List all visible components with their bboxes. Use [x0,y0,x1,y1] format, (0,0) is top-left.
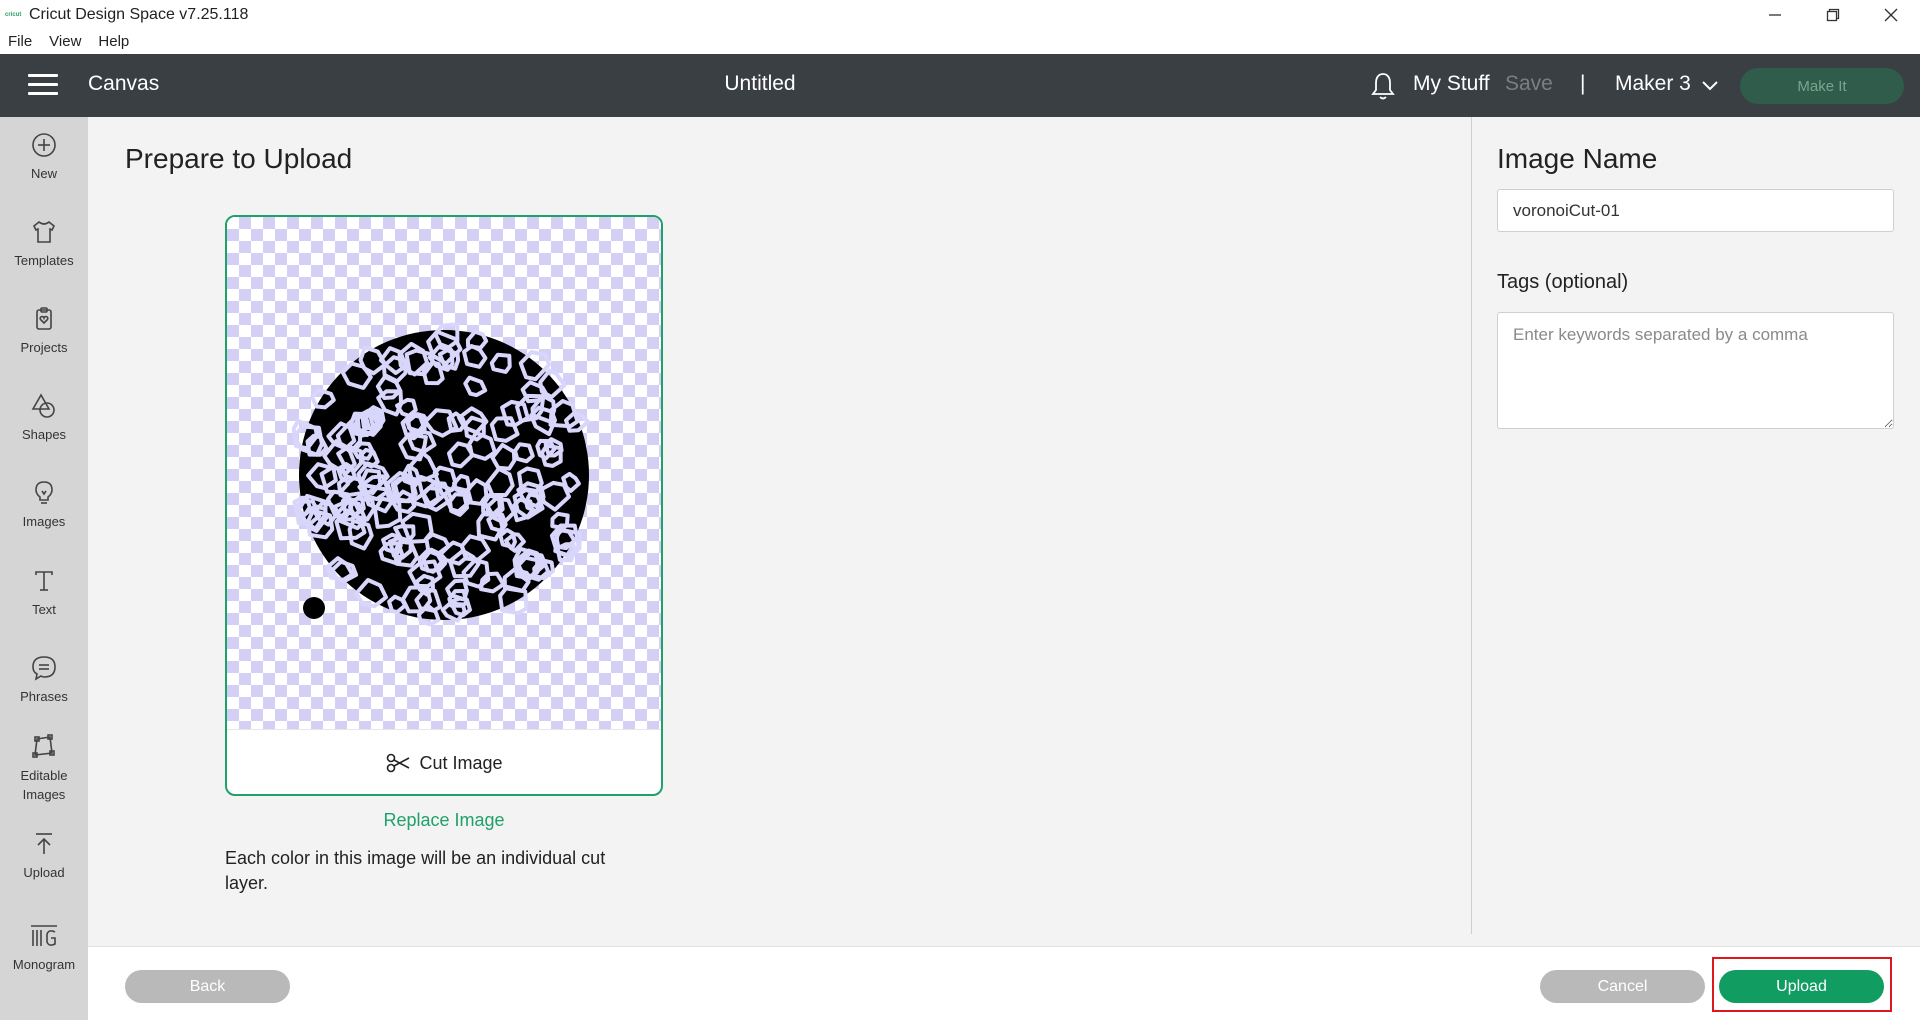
sidebar-item-label: Editable Images [20,768,68,802]
sidebar-item-label: Monogram [12,957,76,972]
menu-bar: File View Help [0,29,1920,54]
my-stuff-link[interactable]: My Stuff [1413,72,1490,96]
cut-layer-info-text: Each color in this image will be an indi… [225,848,606,893]
page-title: Prepare to Upload [125,143,353,174]
menu-help[interactable]: Help [98,33,129,50]
speech-bubble-icon [32,656,56,681]
chevron-down-icon[interactable] [1700,78,1720,92]
sidebar-item-label: Text [32,602,56,617]
back-button[interactable]: Back [125,970,290,1003]
sidebar-item-templates[interactable]: Templates [0,218,88,270]
restore-button[interactable] [1804,0,1862,29]
sidebar-item-new[interactable]: New [0,131,88,183]
sidebar-item-phrases[interactable]: Phrases [0,654,88,706]
window-title: Cricut Design Space v7.25.118 [29,5,249,23]
sidebar-item-monogram[interactable]: Monogram [0,922,88,974]
monogram-icon [31,925,57,946]
close-icon [1884,8,1898,21]
sidebar-item-upload[interactable]: Upload [0,830,88,882]
sidebar-item-label: Upload [23,865,65,880]
uploaded-image-preview [291,322,590,627]
main-content: Prepare to Upload Cut Image Replace Imag… [88,117,1472,947]
sidebar-item-text[interactable]: Text [0,567,88,619]
sidebar-item-label: Phrases [20,689,68,704]
close-window-button[interactable] [1862,0,1920,29]
cut-image-label: Cut Image [419,752,503,773]
app-header: Canvas Untitled My Stuff Save | Maker 3 … [0,54,1920,117]
notifications-bell-icon[interactable] [1370,71,1396,101]
hamburger-menu-icon[interactable] [28,74,58,96]
shirt-icon [32,220,56,243]
sidebar-item-label: Shapes [21,427,67,442]
header-divider: | [1580,72,1586,95]
plus-circle-icon [32,133,56,157]
menu-file[interactable]: File [8,33,32,50]
save-button[interactable]: Save [1505,72,1553,96]
menu-view[interactable]: View [49,33,81,50]
restore-icon [1826,8,1840,21]
minimize-icon [1769,13,1781,16]
document-title[interactable]: Untitled [660,72,860,96]
window-title-bar: cricut Cricut Design Space v7.25.118 [0,0,1920,29]
replace-image-link[interactable]: Replace Image [225,810,663,831]
sidebar-item-label: Projects [20,340,68,355]
make-it-button[interactable]: Make It [1740,68,1904,104]
image-preview-card: Cut Image [225,215,663,796]
sidebar-item-editable-images[interactable]: Editable Images [0,733,88,804]
image-name-input[interactable] [1497,189,1894,232]
sidebar-item-projects[interactable]: Projects [0,305,88,357]
tags-textarea[interactable] [1497,312,1894,429]
upload-button-highlight [1712,957,1892,1012]
text-icon [35,571,53,591]
sidebar-item-shapes[interactable]: Shapes [0,392,88,444]
sidebar-item-label: Images [22,514,66,529]
footer-bar: Back Cancel Upload [88,946,1920,1020]
lightbulb-icon [35,481,53,504]
cricut-logo-icon: cricut [5,11,22,18]
editable-images-icon [32,734,55,758]
machine-selector[interactable]: Maker 3 [1615,72,1691,96]
sidebar-item-label: New [30,166,57,181]
upload-icon [36,833,52,854]
cut-image-option[interactable]: Cut Image [227,729,661,794]
sidebar-item-label: Templates [14,253,74,268]
minimize-button[interactable] [1746,0,1804,29]
image-details-panel: Image Name Tags (optional) [1472,117,1920,947]
scissors-icon [387,753,410,773]
header-section-title: Canvas [88,72,160,95]
shapes-icon [31,393,55,418]
window-controls [1746,0,1920,29]
left-sidebar: New Templates Projects Shapes Images Tex… [0,117,88,1020]
sidebar-item-images[interactable]: Images [0,479,88,531]
image-name-label: Image Name [1497,143,1658,174]
tags-label: Tags (optional) [1497,271,1629,293]
project-heart-icon [36,307,52,330]
cancel-button[interactable]: Cancel [1540,970,1705,1003]
